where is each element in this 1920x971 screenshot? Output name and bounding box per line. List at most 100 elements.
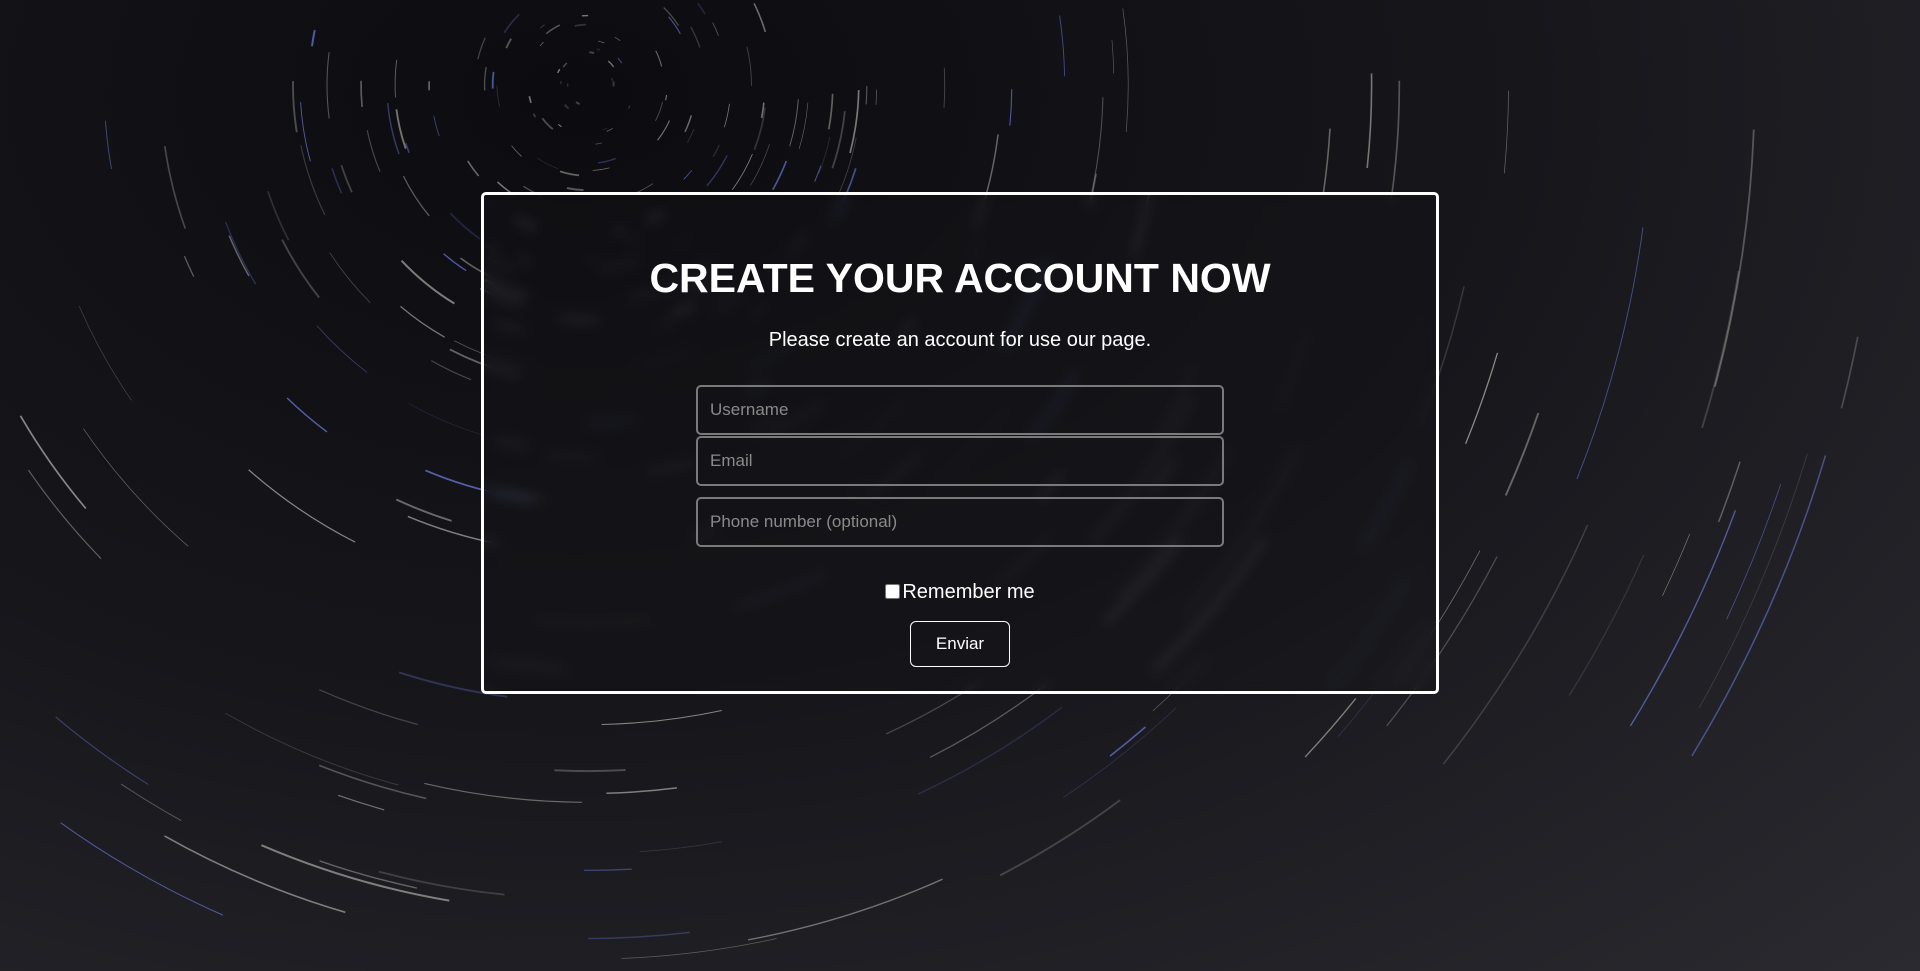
- star-trail: [584, 868, 632, 872]
- star-trail: [818, 136, 831, 174]
- star-trail: [753, 3, 767, 33]
- star-trail: [1691, 455, 1827, 757]
- star-trail: [588, 931, 690, 940]
- star-trail: [789, 99, 799, 147]
- star-trail: [83, 428, 189, 547]
- submit-button[interactable]: Enviar: [910, 621, 1010, 667]
- star-trail: [798, 102, 809, 150]
- star-trail: [1717, 461, 1741, 523]
- username-input[interactable]: [696, 385, 1224, 435]
- star-trail: [617, 57, 623, 64]
- star-trail: [1390, 80, 1401, 199]
- star-trail: [831, 111, 846, 169]
- star-trail: [601, 709, 722, 725]
- star-trail: [712, 144, 720, 158]
- star-trail: [537, 157, 559, 170]
- star-trail: [545, 24, 561, 35]
- star-trail: [402, 175, 430, 217]
- star-trail: [611, 77, 614, 81]
- star-trail: [655, 101, 663, 122]
- star-trail: [731, 153, 753, 191]
- star-trail: [340, 164, 353, 193]
- star-trail: [562, 62, 568, 68]
- star-trail: [331, 168, 343, 194]
- star-trail: [772, 160, 788, 191]
- star-trail: [394, 59, 398, 98]
- email-input[interactable]: [696, 436, 1224, 486]
- star-trail: [366, 130, 381, 172]
- star-trail: [395, 498, 452, 522]
- star-trail: [300, 145, 326, 216]
- star-trail: [225, 712, 399, 786]
- star-trail: [554, 769, 626, 773]
- page-title: CREATE YOUR ACCOUNT NOW: [649, 255, 1271, 301]
- star-trail: [1322, 128, 1331, 194]
- star-trail: [1503, 90, 1509, 174]
- remember-me-row: Remember me: [0, 581, 1920, 604]
- star-trail: [592, 167, 610, 171]
- star-trail: [606, 128, 613, 132]
- star-trail: [120, 783, 182, 822]
- star-trail: [575, 101, 581, 105]
- star-trail: [105, 120, 112, 170]
- star-trail: [595, 142, 603, 145]
- star-trail: [1088, 97, 1104, 206]
- star-trail: [687, 128, 695, 143]
- star-trail: [1568, 554, 1645, 696]
- star-trail: [267, 190, 290, 241]
- star-trail: [503, 13, 520, 34]
- star-trail: [19, 415, 87, 510]
- star-trail: [598, 40, 605, 44]
- star-trail: [1059, 15, 1066, 77]
- star-trail: [532, 113, 537, 118]
- star-trail: [596, 48, 601, 51]
- star-trail: [360, 80, 363, 108]
- star-trail: [1304, 698, 1357, 758]
- star-trail: [746, 46, 752, 86]
- remember-me-label[interactable]: Remember me: [902, 581, 1034, 603]
- star-trail: [621, 938, 777, 959]
- star-trail: [1122, 8, 1129, 132]
- star-trail: [1465, 352, 1499, 444]
- star-trail: [827, 93, 834, 130]
- star-trail: [319, 860, 417, 889]
- star-trail: [1009, 89, 1013, 126]
- star-trail: [433, 115, 440, 137]
- star-trail: [505, 38, 512, 49]
- star-trail: [663, 7, 680, 27]
- star-trail: [491, 71, 495, 89]
- star-trail: [683, 170, 693, 180]
- star-trail: [60, 822, 224, 916]
- star-trail: [557, 123, 562, 128]
- star-trail: [163, 145, 187, 229]
- star-trail: [748, 878, 943, 941]
- star-trail: [690, 26, 701, 48]
- star-trail: [943, 67, 946, 108]
- star-trail: [337, 794, 385, 811]
- star-trail: [78, 305, 132, 401]
- star-trail: [999, 799, 1121, 877]
- star-trail: [292, 81, 298, 133]
- star-trail: [655, 50, 663, 67]
- star-trail: [318, 764, 427, 800]
- star-trail: [539, 41, 544, 47]
- star-trail: [326, 52, 330, 119]
- star-trail: [467, 160, 480, 177]
- star-trail: [1063, 707, 1177, 798]
- star-trail: [286, 397, 328, 433]
- star-trail: [483, 66, 487, 91]
- star-trail: [814, 165, 822, 182]
- star-trail: [1504, 412, 1540, 496]
- phone-input[interactable]: [696, 497, 1224, 547]
- star-trail: [395, 109, 407, 149]
- star-trail: [424, 782, 583, 803]
- star-trail: [697, 2, 706, 15]
- remember-me-checkbox[interactable]: [885, 584, 901, 599]
- star-trail: [408, 403, 484, 436]
- star-trail: [566, 187, 584, 192]
- star-trail: [1109, 726, 1146, 757]
- star-trail: [430, 360, 472, 381]
- star-trail: [1629, 510, 1737, 727]
- star-trail: [1442, 524, 1589, 765]
- page-subtitle: Please create an account for use our pag…: [768, 329, 1152, 351]
